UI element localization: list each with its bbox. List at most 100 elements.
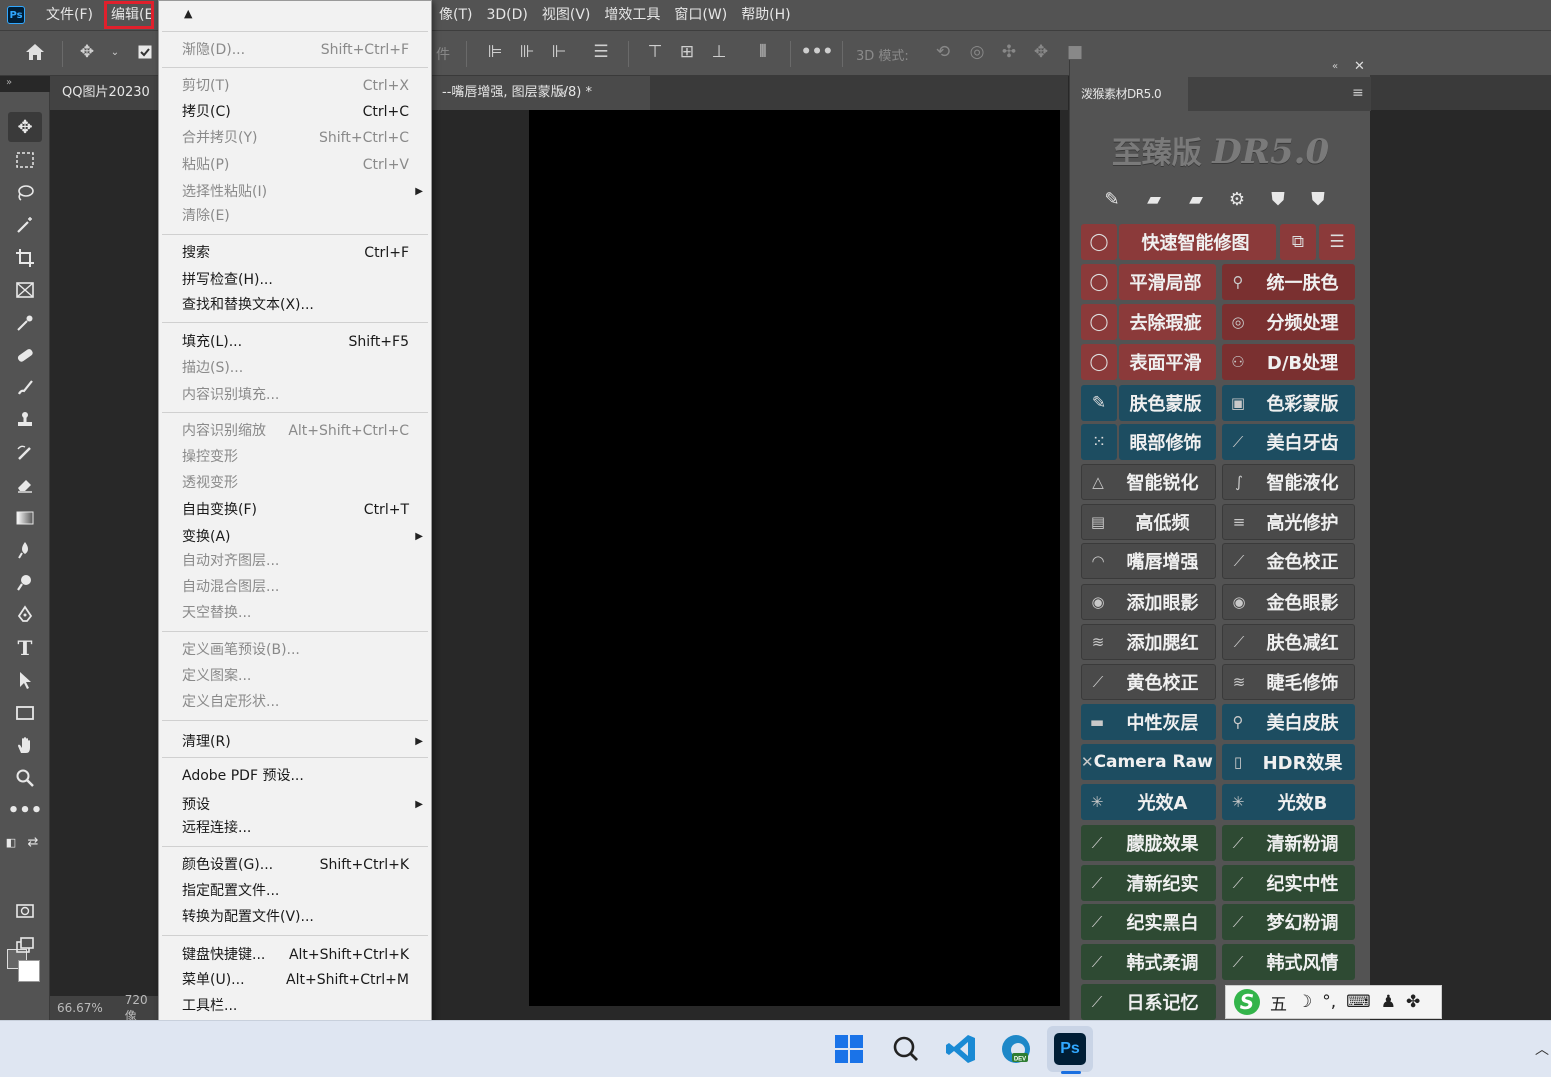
highlight-repair-button[interactable]: ≡ 高光修护 <box>1222 504 1355 540</box>
menu-item-remote-connections[interactable]: 远程连接... <box>159 816 431 840</box>
menu-item-color-settings[interactable]: 颜色设置(G)... Shift+Ctrl+K <box>159 853 431 877</box>
path-selection-icon[interactable] <box>8 665 42 695</box>
menu-item-transform[interactable]: 变换(A) ▶ <box>159 525 431 549</box>
ime-toolbar[interactable]: S 五 ☽ °, ⌨ ♟ ✤ <box>1225 985 1442 1019</box>
documentary-neutral-button[interactable]: ⟋ 纪实中性 <box>1222 865 1355 901</box>
lip-enhance-button[interactable]: ◠ 嘴唇增强 <box>1081 543 1216 579</box>
sliders-icon[interactable]: ☰ <box>1319 224 1355 260</box>
3d-orbit-icon[interactable]: ⟲ <box>932 41 954 63</box>
close-tab-icon[interactable]: × <box>558 86 568 100</box>
swap-colors-icon[interactable]: ⇄ <box>24 827 42 857</box>
menu-view[interactable]: 视图(V) <box>535 0 598 30</box>
menu-item-search[interactable]: 搜索 Ctrl+F <box>159 241 431 265</box>
eye-retouch-button[interactable]: 眼部修饰 <box>1119 424 1216 460</box>
menu-item-assign-profile[interactable]: 指定配置文件... <box>159 879 431 903</box>
frame-tool-icon[interactable] <box>8 275 42 305</box>
lasso-icon[interactable]: ◯ <box>1081 344 1117 380</box>
selection-icon[interactable]: ⁙ <box>1081 424 1117 460</box>
add-blush-button[interactable]: ≋ 添加腮红 <box>1081 624 1216 660</box>
keyboard-icon[interactable]: ⌨ <box>1346 992 1371 1012</box>
wand-icon[interactable]: ✎ <box>1099 186 1125 212</box>
pen-tool-icon[interactable] <box>8 600 42 630</box>
lasso-icon[interactable]: ◯ <box>1081 264 1117 300</box>
eyedropper-icon[interactable] <box>8 308 42 338</box>
zoom-tool-icon[interactable] <box>8 763 42 793</box>
panel-tab[interactable]: 泼猴素材DR5.0 <box>1070 77 1188 111</box>
align-bottom-icon[interactable]: ⊥ <box>708 41 730 63</box>
panel-menu-icon[interactable]: ≡ <box>1352 85 1364 101</box>
menu-3d[interactable]: 3D(D) <box>479 0 534 30</box>
unify-skin-button[interactable]: ⚲ 统一肤色 <box>1222 264 1355 300</box>
bandage-icon[interactable]: ▰ <box>1141 186 1167 212</box>
crop-tool-icon[interactable] <box>8 243 42 273</box>
menu-item-adobe-pdf-presets[interactable]: Adobe PDF 预设... <box>159 764 431 788</box>
yellow-correct-button[interactable]: ⟋ 黄色校正 <box>1081 664 1216 700</box>
menu-item-define-pattern[interactable]: 定义图案... <box>159 664 431 688</box>
photoshop-taskbar-icon[interactable]: Ps <box>1052 1031 1088 1067</box>
distribute-icon[interactable]: ☰ <box>590 41 612 63</box>
skin-mask-button[interactable]: 肤色蒙版 <box>1119 385 1216 421</box>
light-effect-b-button[interactable]: ✳ 光效B <box>1222 784 1355 820</box>
moon-icon[interactable]: ☽ <box>1297 992 1312 1012</box>
whiten-skin-button[interactable]: ⚲ 美白皮肤 <box>1222 704 1355 740</box>
quick-retouch-button[interactable]: 快速智能修图 <box>1119 224 1276 260</box>
menu-window[interactable]: 窗口(W) <box>667 0 734 30</box>
menu-item-content-aware-scale[interactable]: 内容识别缩放 Alt+Shift+Ctrl+C <box>159 419 431 443</box>
menu-item-menus[interactable]: 菜单(U)... Alt+Shift+Ctrl+M <box>159 968 431 992</box>
stamp-icon[interactable]: ⛊ <box>1265 186 1291 212</box>
menu-item-define-custom-shape[interactable]: 定义自定形状... <box>159 690 431 714</box>
more-tools-icon[interactable]: ••• <box>8 795 43 825</box>
scroll-up-icon[interactable]: ▲ <box>184 7 192 20</box>
blur-tool-icon[interactable] <box>8 535 42 565</box>
stamp-alt-icon[interactable]: ⛊ <box>1305 186 1331 212</box>
close-icon[interactable]: ✕ <box>1354 59 1365 74</box>
menu-item-purge[interactable]: 清理(R) ▶ <box>159 730 431 754</box>
dodge-tool-icon[interactable] <box>8 568 42 598</box>
korean-style-button[interactable]: ⟋ 韩式风情 <box>1222 944 1355 980</box>
camera-raw-button[interactable]: ✕ Camera Raw <box>1081 744 1216 780</box>
smart-liquify-button[interactable]: ∫ 智能液化 <box>1222 464 1355 500</box>
menu-item-paste-special[interactable]: 选择性粘贴(I) ▶ <box>159 180 431 204</box>
gold-eyeshadow-button[interactable]: ◉ 金色眼影 <box>1222 584 1355 620</box>
menu-item-paste[interactable]: 粘贴(P) Ctrl+V <box>159 153 431 177</box>
document-tab-1[interactable]: QQ图片20230 <box>50 76 160 110</box>
vscode-icon[interactable] <box>943 1031 979 1067</box>
move-tool-icon[interactable]: ✥ <box>8 112 42 142</box>
light-effect-a-button[interactable]: ✳ 光效A <box>1081 784 1216 820</box>
menu-item-toolbar[interactable]: 工具栏... <box>159 994 431 1018</box>
smart-sharpen-button[interactable]: △ 智能锐化 <box>1081 464 1216 500</box>
align-vcenter-icon[interactable]: ⊞ <box>676 41 698 63</box>
home-icon[interactable] <box>24 41 46 63</box>
surface-smooth-button[interactable]: 表面平滑 <box>1119 344 1216 380</box>
menu-plugins[interactable]: 增效工具 <box>597 0 667 30</box>
hdr-effect-button[interactable]: ▯ HDR效果 <box>1222 744 1355 780</box>
skin-reduce-red-button[interactable]: ⟋ 肤色减红 <box>1222 624 1355 660</box>
chevron-down-icon[interactable]: ⌄ <box>104 41 126 63</box>
menu-item-keyboard-shortcuts[interactable]: 键盘快捷键... Alt+Shift+Ctrl+K <box>159 943 431 967</box>
fresh-documentary-button[interactable]: ⟋ 清新纪实 <box>1081 865 1216 901</box>
fresh-pink-button[interactable]: ⟋ 清新粉调 <box>1222 825 1355 861</box>
remove-blemish-button[interactable]: 去除瑕疵 <box>1119 304 1216 340</box>
eyedropper-icon[interactable]: ✎ <box>1081 385 1117 421</box>
menu-item-auto-align-layers[interactable]: 自动对齐图层... <box>159 549 431 573</box>
punctuation-icon[interactable]: °, <box>1322 992 1336 1012</box>
auto-select-checkbox[interactable] <box>134 41 156 63</box>
menu-item-clear[interactable]: 清除(E) <box>159 204 431 228</box>
hazy-effect-button[interactable]: ⟋ 朦胧效果 <box>1081 825 1216 861</box>
default-colors-icon[interactable]: ◧ <box>3 827 19 857</box>
apps-icon[interactable]: ✤ <box>1406 992 1420 1012</box>
edge-dev-icon[interactable]: DEV <box>998 1031 1034 1067</box>
menu-help[interactable]: 帮助(H) <box>734 0 797 30</box>
db-process-button[interactable]: ⚇ D/B处理 <box>1222 344 1355 380</box>
move-tool-icon[interactable]: ✥ <box>76 41 98 63</box>
screen-mode-icon[interactable] <box>8 930 42 960</box>
document-canvas[interactable] <box>529 110 1060 1006</box>
windows-start-icon[interactable] <box>831 1031 867 1067</box>
3d-drag-icon[interactable]: ✣ <box>998 41 1020 63</box>
ime-mode[interactable]: 五 <box>1270 990 1287 1015</box>
menu-item-stroke[interactable]: 描边(S)... <box>159 356 431 380</box>
neutral-gray-button[interactable]: ▬ 中性灰层 <box>1081 704 1216 740</box>
more-options-icon[interactable]: ••• <box>801 41 834 63</box>
collapse-panel-icon[interactable]: « <box>1332 61 1338 72</box>
menu-item-find-replace[interactable]: 查找和替换文本(X)... <box>159 293 431 317</box>
